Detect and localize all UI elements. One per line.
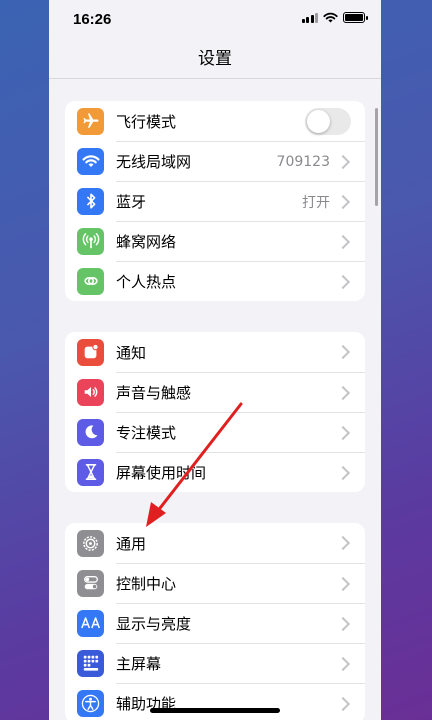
chevron-right-icon [335, 274, 351, 289]
scroll-indicator[interactable] [375, 108, 378, 206]
settings-row-wifi[interactable]: 无线局域网 709123 [65, 141, 365, 181]
home-grid-icon [77, 649, 104, 677]
settings-row-label: 无线局域网 [116, 153, 192, 171]
chevron-right-icon [335, 234, 351, 249]
settings-screen: 16:26 设置 飞行模式 无线局域网 709123 蓝牙 打开 蜂窝网络 个人… [49, 0, 381, 720]
status-time: 16:26 [73, 11, 112, 28]
settings-row-focus[interactable]: 专注模式 [65, 412, 365, 452]
chevron-right-icon [335, 535, 351, 551]
gear-icon [77, 529, 104, 557]
chevron-right-icon [335, 576, 351, 591]
chevron-right-icon [335, 194, 351, 209]
settings-row-label: 声音与触感 [116, 384, 192, 402]
chevron-right-icon [335, 465, 351, 480]
settings-row-accessibility[interactable]: 辅助功能 [65, 683, 365, 720]
accessibility-icon [77, 689, 104, 717]
chevron-right-icon [335, 616, 351, 631]
status-bar: 16:26 [49, 0, 381, 40]
speaker-icon [77, 378, 104, 406]
page-title: 设置 [49, 40, 381, 79]
settings-group-notifications: 通知 声音与触感 专注模式 屏幕使用时间 [65, 332, 365, 492]
settings-row-hotspot[interactable]: 个人热点 [65, 261, 365, 301]
airplane-mode-toggle[interactable] [305, 107, 351, 135]
text-size-icon [77, 609, 104, 637]
chevron-right-icon [335, 344, 351, 360]
chevron-right-icon [335, 656, 351, 671]
settings-row-label: 蓝牙 [116, 193, 147, 211]
settings-row-label: 蜂窝网络 [116, 233, 177, 251]
settings-row-sounds[interactable]: 声音与触感 [65, 372, 365, 412]
cellular-signal-icon [301, 12, 318, 23]
chevron-right-icon [335, 425, 351, 440]
settings-group-connectivity: 飞行模式 无线局域网 709123 蓝牙 打开 蜂窝网络 个人热点 [65, 101, 365, 301]
settings-row-label: 飞行模式 [116, 112, 177, 131]
settings-row-label: 专注模式 [116, 424, 177, 442]
settings-row-label: 通知 [116, 343, 147, 362]
settings-row-label: 控制中心 [116, 575, 177, 593]
wifi-icon [77, 147, 104, 175]
settings-group-general: 通用 控制中心 显示与亮度 主屏幕 辅助功能 [65, 523, 365, 720]
chevron-right-icon [335, 154, 351, 169]
chevron-right-icon [335, 385, 351, 400]
settings-row-general[interactable]: 通用 [65, 523, 365, 563]
settings-row-label: 主屏幕 [116, 655, 162, 673]
wifi-status-icon [323, 12, 338, 23]
hourglass-icon [77, 458, 104, 486]
status-icons [301, 12, 368, 23]
settings-row-notifications[interactable]: 通知 [65, 332, 365, 372]
cellular-icon [77, 227, 104, 255]
settings-row-label: 个人热点 [116, 273, 177, 291]
settings-row-cellular[interactable]: 蜂窝网络 [65, 221, 365, 261]
settings-row-label: 显示与亮度 [116, 615, 192, 633]
bluetooth-icon [77, 187, 104, 215]
settings-row-airplane-mode[interactable]: 飞行模式 [65, 101, 365, 141]
hotspot-icon [77, 267, 104, 295]
notification-icon [77, 338, 104, 366]
home-indicator[interactable] [150, 708, 280, 713]
airplane-icon [77, 107, 104, 135]
settings-row-screen-time[interactable]: 屏幕使用时间 [65, 452, 365, 492]
settings-row-home-screen[interactable]: 主屏幕 [65, 643, 365, 683]
settings-row-label: 通用 [116, 534, 147, 553]
settings-row-control-center[interactable]: 控制中心 [65, 563, 365, 603]
switches-icon [77, 569, 104, 597]
settings-row-bluetooth[interactable]: 蓝牙 打开 [65, 181, 365, 221]
battery-icon [343, 12, 368, 23]
wifi-network-value: 709123 [276, 153, 330, 170]
bluetooth-status-value: 打开 [302, 194, 330, 211]
settings-row-display[interactable]: 显示与亮度 [65, 603, 365, 643]
moon-icon [77, 418, 104, 446]
chevron-right-icon [335, 696, 351, 711]
settings-row-label: 屏幕使用时间 [116, 464, 207, 482]
